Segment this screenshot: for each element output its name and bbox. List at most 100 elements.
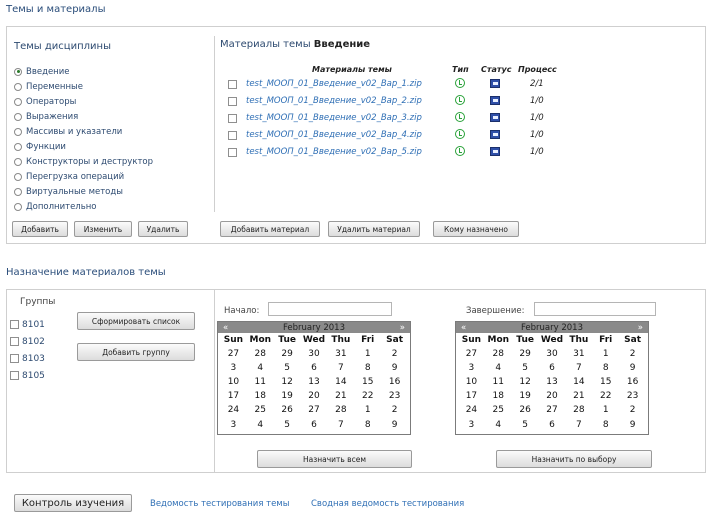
- topic-radio[interactable]: [14, 142, 22, 151]
- calendar-day[interactable]: 19: [274, 389, 301, 403]
- group-item[interactable]: 8105: [10, 369, 45, 382]
- calendar-day[interactable]: 29: [512, 347, 539, 361]
- calendar-day[interactable]: 7: [565, 418, 592, 432]
- calendar-day[interactable]: 17: [220, 389, 247, 403]
- calendar-day[interactable]: 4: [485, 418, 512, 432]
- edit-topic-button[interactable]: Изменить: [74, 221, 132, 237]
- topic-item[interactable]: Конструкторы и деструктор: [14, 155, 153, 168]
- material-file-link[interactable]: test_MOOП_01_Введение_v02_Вар_2.zip: [246, 96, 422, 106]
- calendar-day[interactable]: 7: [327, 418, 354, 432]
- calendar-day[interactable]: 5: [274, 361, 301, 375]
- calendar-day[interactable]: 28: [485, 347, 512, 361]
- calendar-day[interactable]: 13: [539, 375, 566, 389]
- material-file-link[interactable]: test_MOOП_01_Введение_v02_Вар_3.zip: [246, 113, 422, 123]
- test-report-link[interactable]: Ведомость тестирования темы: [150, 499, 289, 509]
- calendar-day[interactable]: 27: [220, 347, 247, 361]
- calendar-day[interactable]: 10: [220, 375, 247, 389]
- calendar-day[interactable]: 30: [301, 347, 328, 361]
- calendar-day[interactable]: 2: [381, 347, 408, 361]
- topic-item[interactable]: Функции: [14, 140, 66, 153]
- calendar-day[interactable]: 20: [539, 389, 566, 403]
- calendar-day[interactable]: 18: [485, 389, 512, 403]
- start-prev-month[interactable]: «: [223, 323, 228, 333]
- calendar-day[interactable]: 6: [539, 418, 566, 432]
- calendar-day[interactable]: 5: [274, 418, 301, 432]
- calendar-day[interactable]: 27: [539, 403, 566, 417]
- calendar-day[interactable]: 19: [512, 389, 539, 403]
- summary-report-link[interactable]: Сводная ведомость тестирования: [311, 499, 464, 509]
- calendar-day[interactable]: 11: [485, 375, 512, 389]
- end-date-input[interactable]: [534, 302, 656, 316]
- calendar-day[interactable]: 1: [354, 347, 381, 361]
- calendar-day[interactable]: 26: [274, 403, 301, 417]
- calendar-day[interactable]: 2: [619, 347, 646, 361]
- calendar-day[interactable]: 18: [247, 389, 274, 403]
- calendar-day[interactable]: 9: [381, 361, 408, 375]
- calendar-day[interactable]: 6: [301, 361, 328, 375]
- group-checkbox[interactable]: [10, 337, 19, 346]
- form-list-button[interactable]: Сформировать список: [77, 312, 195, 330]
- topic-radio[interactable]: [14, 97, 22, 106]
- group-checkbox[interactable]: [10, 371, 19, 380]
- calendar-day[interactable]: 25: [485, 403, 512, 417]
- calendar-day[interactable]: 11: [247, 375, 274, 389]
- calendar-day[interactable]: 12: [274, 375, 301, 389]
- material-file-link[interactable]: test_MOOП_01_Введение_v02_Вар_5.zip: [246, 147, 422, 157]
- calendar-day[interactable]: 23: [619, 389, 646, 403]
- start-date-input[interactable]: [268, 302, 392, 316]
- calendar-day[interactable]: 20: [301, 389, 328, 403]
- material-file-link[interactable]: test_MOOП_01_Введение_v02_Вар_1.zip: [246, 79, 422, 89]
- delete-material-button[interactable]: Удалить материал: [328, 221, 420, 237]
- calendar-day[interactable]: 31: [327, 347, 354, 361]
- topic-radio[interactable]: [14, 157, 22, 166]
- control-button[interactable]: Контроль изучения: [14, 494, 132, 512]
- calendar-day[interactable]: 22: [592, 389, 619, 403]
- calendar-day[interactable]: 26: [512, 403, 539, 417]
- delete-topic-button[interactable]: Удалить: [138, 221, 188, 237]
- add-material-button[interactable]: Добавить материал: [220, 221, 320, 237]
- group-checkbox[interactable]: [10, 354, 19, 363]
- status-icon[interactable]: [490, 147, 500, 156]
- assign-all-button[interactable]: Назначить всем: [257, 450, 412, 468]
- calendar-day[interactable]: 14: [565, 375, 592, 389]
- end-prev-month[interactable]: «: [461, 323, 466, 333]
- topic-radio[interactable]: [14, 127, 22, 136]
- calendar-day[interactable]: 25: [247, 403, 274, 417]
- calendar-day[interactable]: 23: [381, 389, 408, 403]
- topic-radio[interactable]: [14, 187, 22, 196]
- calendar-day[interactable]: 13: [301, 375, 328, 389]
- calendar-day[interactable]: 30: [539, 347, 566, 361]
- calendar-day[interactable]: 8: [592, 361, 619, 375]
- topic-item[interactable]: Виртуальные методы: [14, 185, 123, 198]
- calendar-day[interactable]: 21: [327, 389, 354, 403]
- calendar-day[interactable]: 28: [327, 403, 354, 417]
- topic-item[interactable]: Дополнительно: [14, 200, 97, 213]
- topic-radio[interactable]: [14, 67, 22, 76]
- start-next-month[interactable]: »: [400, 323, 405, 333]
- calendar-day[interactable]: 1: [354, 403, 381, 417]
- calendar-day[interactable]: 1: [592, 347, 619, 361]
- calendar-day[interactable]: 22: [354, 389, 381, 403]
- material-checkbox[interactable]: [228, 130, 237, 140]
- calendar-day[interactable]: 8: [592, 418, 619, 432]
- calendar-day[interactable]: 7: [565, 361, 592, 375]
- topic-radio[interactable]: [14, 172, 22, 181]
- calendar-day[interactable]: 4: [247, 418, 274, 432]
- topic-item[interactable]: Массивы и указатели: [14, 125, 122, 138]
- status-icon[interactable]: [490, 96, 500, 105]
- material-file-link[interactable]: test_MOOП_01_Введение_v02_Вар_4.zip: [246, 130, 422, 140]
- calendar-day[interactable]: 5: [512, 361, 539, 375]
- group-item[interactable]: 8103: [10, 352, 45, 365]
- calendar-day[interactable]: 28: [247, 347, 274, 361]
- status-icon[interactable]: [490, 79, 500, 88]
- calendar-day[interactable]: 15: [354, 375, 381, 389]
- calendar-day[interactable]: 15: [592, 375, 619, 389]
- calendar-day[interactable]: 5: [512, 418, 539, 432]
- topic-item[interactable]: Перегрузка операций: [14, 170, 124, 183]
- topic-radio[interactable]: [14, 82, 22, 91]
- calendar-day[interactable]: 8: [354, 361, 381, 375]
- calendar-day[interactable]: 9: [619, 361, 646, 375]
- calendar-day[interactable]: 3: [220, 418, 247, 432]
- calendar-day[interactable]: 6: [301, 418, 328, 432]
- topic-item[interactable]: Выражения: [14, 110, 78, 123]
